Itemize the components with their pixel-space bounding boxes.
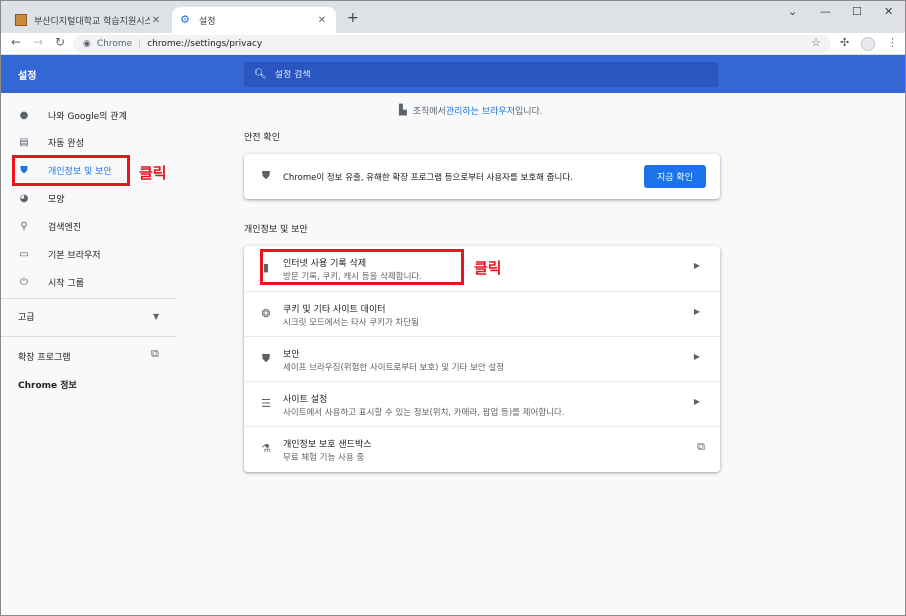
back-button[interactable]: ← bbox=[8, 35, 24, 49]
check-now-button[interactable]: 지금 확인 bbox=[644, 165, 706, 188]
row-title: 사이트 설정 bbox=[283, 395, 328, 405]
new-tab-button[interactable]: + bbox=[347, 10, 359, 26]
section-title-safety: 안전 확인 bbox=[244, 133, 280, 143]
search-input[interactable] bbox=[274, 69, 675, 80]
sidebar-item-appearance[interactable]: ◕ 모양 bbox=[18, 189, 65, 207]
tab-settings[interactable]: ⚙ 설정 ✕ bbox=[172, 7, 336, 33]
site-label: Chrome bbox=[96, 39, 133, 49]
managed-suffix: 입니다. bbox=[514, 107, 543, 117]
gear-icon: ⚙ bbox=[180, 13, 190, 26]
managed-prefix: 조직에서 bbox=[412, 107, 446, 117]
managed-link[interactable]: 관리하는 브라우저 bbox=[446, 104, 515, 117]
browser-window: 부산디지털대학교 학습지원시스 ✕ ⚙ 설정 ✕ + ⌄ — ☐ ✕ ← → ↻… bbox=[1, 1, 905, 615]
minimize-button[interactable]: — bbox=[820, 5, 831, 18]
document-icon bbox=[15, 14, 27, 26]
row-privacy-sandbox[interactable]: ⚗ 개인정보 보호 샌드박스 무료 체험 기능 사용 중 ⧉ bbox=[244, 426, 720, 471]
sliders-icon: ☰ bbox=[261, 397, 271, 410]
search-icon: 🔍︎ bbox=[254, 69, 267, 80]
row-title: 쿠키 및 기타 사이트 데이터 bbox=[283, 305, 386, 315]
building-icon: ▙ bbox=[399, 105, 407, 116]
sidebar-advanced[interactable]: 고급 bbox=[18, 310, 35, 323]
browser-toolbar: ← → ↻ ◉ Chrome | chrome://settings/priva… bbox=[1, 33, 905, 55]
row-subtitle: 세이프 브라우징(위험한 사이트로부터 보호) 및 기타 보안 설정 bbox=[283, 363, 505, 373]
cookie-icon: ❂ bbox=[261, 307, 271, 320]
sidebar-item-you-and-google[interactable]: ● 나와 Google의 관계 bbox=[18, 106, 127, 124]
chrome-site-icon: ◉ bbox=[83, 39, 91, 49]
settings-search[interactable]: 🔍︎ bbox=[244, 62, 718, 87]
omnibox-separator: | bbox=[138, 39, 142, 49]
safety-check-row: ⛊ Chrome이 정보 유출, 유해한 확장 프로그램 등으로부터 사용자를 … bbox=[244, 154, 720, 199]
reload-button[interactable]: ↻ bbox=[52, 35, 68, 49]
sidebar-item-label: 시작 그룹 bbox=[48, 278, 84, 289]
annotation-highlight-clear-data bbox=[260, 249, 464, 285]
search-icon: ⚲ bbox=[20, 220, 28, 232]
section-title-privacy: 개인정보 및 보안 bbox=[244, 225, 308, 235]
tab-search-icon[interactable]: ⌄ bbox=[788, 5, 797, 18]
browser-window-icon: ▭ bbox=[19, 248, 29, 260]
sidebar-item-on-startup[interactable]: ⏻ 시작 그룹 bbox=[18, 273, 84, 291]
sidebar-about-chrome[interactable]: Chrome 정보 bbox=[18, 378, 77, 391]
sidebar-item-label: 나와 Google의 관계 bbox=[48, 111, 127, 122]
address-bar[interactable]: ◉ Chrome | chrome://settings/privacy ☆ bbox=[73, 35, 831, 53]
sidebar-item-label: 모양 bbox=[48, 194, 65, 205]
chevron-right-icon: ▶ bbox=[693, 397, 700, 406]
safety-check-card: ⛊ Chrome이 정보 유출, 유해한 확장 프로그램 등으로부터 사용자를 … bbox=[244, 154, 720, 199]
sidebar-divider bbox=[1, 336, 177, 337]
row-subtitle: 시크릿 모드에서는 타사 쿠키가 차단됨 bbox=[283, 318, 419, 328]
open-in-new-icon: ⧉ bbox=[697, 440, 705, 453]
sidebar-item-default-browser[interactable]: ▭ 기본 브라우저 bbox=[18, 245, 101, 263]
menu-kebab-icon[interactable]: ⋮ bbox=[887, 36, 898, 49]
sidebar-extensions[interactable]: 확장 프로그램 bbox=[18, 350, 71, 363]
bookmark-star-icon[interactable]: ☆ bbox=[811, 36, 821, 49]
chevron-right-icon: ▶ bbox=[693, 261, 700, 270]
annotation-click-label: 클릭 bbox=[474, 259, 502, 277]
chevron-down-icon[interactable]: ▼ bbox=[153, 312, 159, 321]
settings-header: 설정 🔍︎ bbox=[1, 55, 905, 93]
tab-busan-digital[interactable]: 부산디지털대학교 학습지원시스 ✕ bbox=[7, 7, 170, 33]
sidebar-item-label: 기본 브라우저 bbox=[48, 250, 101, 261]
managed-browser-notice: ▙ 조직에서 관리하는 브라우저 입니다. bbox=[399, 104, 543, 117]
power-icon: ⏻ bbox=[20, 276, 28, 288]
sidebar-divider bbox=[1, 298, 177, 299]
window-close-button[interactable]: ✕ bbox=[884, 5, 893, 18]
sidebar-item-label: 자동 완성 bbox=[48, 138, 84, 149]
row-subtitle: 사이트에서 사용하고 표시할 수 있는 정보(위치, 카메라, 팝업 등)를 제… bbox=[283, 408, 565, 418]
shield-icon: ⛊ bbox=[261, 352, 271, 365]
safety-description: Chrome이 정보 유출, 유해한 확장 프로그램 등으로부터 사용자를 보호… bbox=[283, 173, 573, 183]
page-title: 설정 bbox=[18, 71, 37, 82]
open-in-new-icon[interactable]: ⧉ bbox=[151, 347, 159, 361]
flask-icon: ⚗ bbox=[261, 442, 271, 455]
profile-avatar[interactable] bbox=[861, 37, 875, 51]
shield-icon: ⛊ bbox=[261, 169, 271, 182]
palette-icon: ◕ bbox=[19, 192, 29, 204]
extensions-puzzle-icon[interactable]: ✣ bbox=[840, 36, 849, 49]
url-text: chrome://settings/privacy bbox=[147, 39, 263, 49]
chevron-right-icon: ▶ bbox=[693, 352, 700, 361]
clipboard-icon: ▤ bbox=[19, 136, 29, 148]
close-icon[interactable]: ✕ bbox=[316, 15, 328, 26]
sidebar-item-search-engine[interactable]: ⚲ 검색엔진 bbox=[18, 217, 81, 235]
close-icon[interactable]: ✕ bbox=[150, 15, 162, 26]
maximize-button[interactable]: ☐ bbox=[852, 5, 862, 18]
forward-button[interactable]: → bbox=[30, 35, 46, 49]
row-security[interactable]: ⛊ 보안 세이프 브라우징(위험한 사이트로부터 보호) 및 기타 보안 설정 … bbox=[244, 336, 720, 381]
row-subtitle: 무료 체험 기능 사용 중 bbox=[283, 453, 365, 463]
row-title: 개인정보 보호 샌드박스 bbox=[283, 440, 372, 450]
annotation-click-label: 클릭 bbox=[139, 164, 167, 182]
tab-strip: 부산디지털대학교 학습지원시스 ✕ ⚙ 설정 ✕ + ⌄ — ☐ ✕ bbox=[1, 1, 905, 33]
person-icon: ● bbox=[19, 109, 29, 121]
row-site-settings[interactable]: ☰ 사이트 설정 사이트에서 사용하고 표시할 수 있는 정보(위치, 카메라,… bbox=[244, 381, 720, 426]
row-title: 보안 bbox=[283, 350, 300, 360]
tab-title: 설정 bbox=[199, 16, 216, 27]
tab-title: 부산디지털대학교 학습지원시스 bbox=[34, 16, 150, 27]
sidebar-item-autofill[interactable]: ▤ 자동 완성 bbox=[18, 133, 84, 151]
sidebar-item-label: 검색엔진 bbox=[48, 222, 82, 233]
annotation-highlight-privacy bbox=[12, 155, 130, 186]
row-cookies[interactable]: ❂ 쿠키 및 기타 사이트 데이터 시크릿 모드에서는 타사 쿠키가 차단됨 ▶ bbox=[244, 291, 720, 336]
chevron-right-icon: ▶ bbox=[693, 307, 700, 316]
